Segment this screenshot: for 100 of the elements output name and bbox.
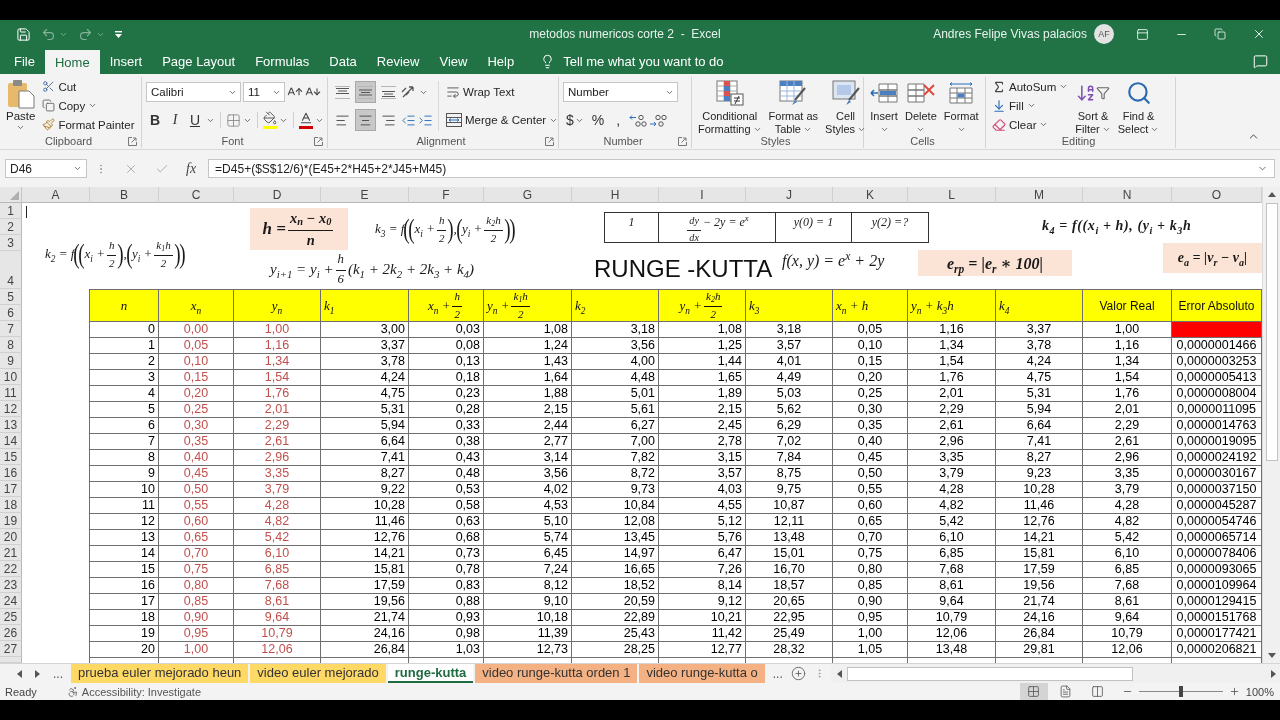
sheet-tab[interactable]: video runge-kutta o (639, 664, 765, 683)
dialog-launcher-icon[interactable] (314, 136, 323, 146)
menu-tab[interactable]: Review (366, 48, 430, 74)
number-format-dropdown[interactable]: Number (563, 82, 678, 102)
row-header[interactable]: 19 (0, 513, 22, 529)
next-sheet-icon[interactable] (35, 669, 40, 678)
currency-button[interactable]: $ (563, 109, 587, 131)
increase-indent-icon[interactable] (418, 112, 433, 128)
column-header[interactable]: L (908, 187, 996, 203)
menu-tab[interactable]: File (4, 48, 45, 74)
menu-tab[interactable]: Data (319, 48, 367, 74)
row-header[interactable]: 8 (0, 337, 22, 353)
italic-button[interactable]: I (166, 109, 184, 131)
insert-cells-button[interactable]: Insert (868, 77, 900, 136)
percent-button[interactable]: % (588, 109, 608, 131)
scroll-right-icon[interactable] (1271, 669, 1276, 678)
autosum-button[interactable]: AutoSum (990, 77, 1071, 96)
save-icon[interactable] (16, 26, 31, 42)
comma-style-button[interactable]: , (609, 109, 628, 131)
bold-button[interactable]: B (146, 109, 164, 131)
user-avatar[interactable]: AF (1094, 24, 1114, 44)
dialog-launcher-icon[interactable] (545, 136, 554, 146)
new-sheet-icon[interactable] (790, 666, 806, 681)
row-header[interactable]: 14 (0, 433, 22, 449)
format-cells-button[interactable]: Format (941, 77, 981, 136)
column-header[interactable]: B (90, 187, 159, 203)
merge-center-button[interactable]: Merge & Center (444, 110, 561, 130)
fill-color-icon[interactable] (263, 111, 277, 129)
text-orientation-icon[interactable] (401, 85, 417, 99)
sheet-tab[interactable]: prueba euler mejorado heun (71, 664, 249, 683)
normal-view-button[interactable] (1019, 683, 1048, 700)
row-header[interactable]: 10 (0, 369, 22, 385)
row-header[interactable]: 26 (0, 625, 22, 641)
row-header[interactable]: 24 (0, 593, 22, 609)
more-sheets-button[interactable]: ... (53, 666, 63, 681)
dialog-launcher-icon[interactable] (678, 136, 687, 146)
find-select-button[interactable]: Find & Select (1115, 77, 1162, 136)
row-header[interactable]: 27 (0, 641, 22, 657)
sheet-tab[interactable]: video runge-kutta orden 1 (475, 664, 638, 683)
font-name-dropdown[interactable]: Calibri (146, 82, 241, 102)
menu-tab[interactable]: View (429, 48, 478, 74)
sort-filter-button[interactable]: Sort & Filter (1073, 77, 1113, 136)
row-header[interactable]: 13 (0, 417, 22, 433)
column-header[interactable]: E (321, 187, 409, 203)
format-painter-button[interactable]: Format Painter (40, 115, 137, 134)
cell-styles-button[interactable]: Cell Styles (823, 77, 869, 136)
restore-icon[interactable] (1214, 28, 1226, 40)
column-header[interactable]: A (22, 187, 90, 203)
column-header[interactable]: I (659, 187, 746, 203)
row-header[interactable]: 23 (0, 577, 22, 593)
row-header[interactable]: 15 (0, 449, 22, 465)
more-sheets-button[interactable]: ... (772, 666, 783, 681)
row-header[interactable]: 16 (0, 465, 22, 481)
menu-tab[interactable]: Page Layout (152, 48, 246, 74)
column-header[interactable]: M (996, 187, 1083, 203)
comments-icon[interactable] (1253, 53, 1268, 69)
row-header[interactable]: 11 (0, 385, 22, 401)
scroll-down-icon[interactable] (1267, 653, 1276, 658)
underline-button[interactable]: U (186, 109, 204, 131)
scroll-left-icon[interactable] (836, 669, 842, 678)
menu-tab[interactable]: Home (44, 50, 100, 74)
borders-icon[interactable] (226, 112, 241, 128)
tell-me-search[interactable]: Tell me what you want to do (536, 48, 728, 74)
paste-button[interactable]: Paste (4, 77, 38, 132)
font-size-dropdown[interactable]: 11 (243, 82, 285, 102)
column-header[interactable]: D (234, 187, 321, 203)
dialog-launcher-icon[interactable] (128, 136, 137, 146)
align-center-button[interactable] (355, 109, 376, 131)
column-header[interactable]: O (1172, 187, 1262, 203)
row-header[interactable]: 18 (0, 497, 22, 513)
accessibility-status-button[interactable]: Accessibility: Investigate (66, 685, 201, 698)
insert-function-button[interactable]: fx (186, 160, 197, 177)
menu-tab[interactable]: Help (477, 48, 525, 74)
name-box[interactable]: D46 (5, 159, 87, 178)
increase-decimal-icon[interactable] (629, 113, 648, 127)
row-header[interactable]: 25 (0, 609, 22, 625)
column-header[interactable]: K (833, 187, 908, 203)
customize-toolbar-icon[interactable] (115, 30, 122, 38)
column-header[interactable]: C (159, 187, 234, 203)
menu-tab[interactable]: Formulas (245, 48, 320, 74)
zoom-level[interactable]: 100% (1245, 685, 1274, 698)
vertical-scrollbar[interactable] (1262, 187, 1280, 663)
ribbon-display-options-icon[interactable] (1136, 27, 1149, 41)
slider-thumb[interactable] (1178, 686, 1183, 697)
previous-sheet-icon[interactable] (17, 669, 22, 678)
decrease-decimal-icon[interactable] (649, 113, 668, 127)
font-color-icon[interactable] (299, 111, 313, 129)
column-header[interactable]: J (746, 187, 833, 203)
formula-input[interactable]: =D45+($S$12/6)*(E45+2*H45+2*J45+M45) (208, 159, 1275, 178)
close-icon[interactable] (1252, 27, 1266, 41)
row-header[interactable]: 12 (0, 401, 22, 417)
column-header[interactable]: H (572, 187, 659, 203)
row-header[interactable]: 17 (0, 481, 22, 497)
row-header[interactable]: 3 (0, 235, 22, 251)
row-header[interactable]: 7 (0, 321, 22, 337)
row-header[interactable]: 2 (0, 219, 22, 235)
cut-button[interactable]: Cut (40, 77, 79, 96)
scroll-up-icon[interactable] (1267, 192, 1276, 197)
clear-button[interactable]: Clear (990, 115, 1051, 134)
conditional-formatting-button[interactable]: Conditional Formatting (696, 77, 764, 136)
